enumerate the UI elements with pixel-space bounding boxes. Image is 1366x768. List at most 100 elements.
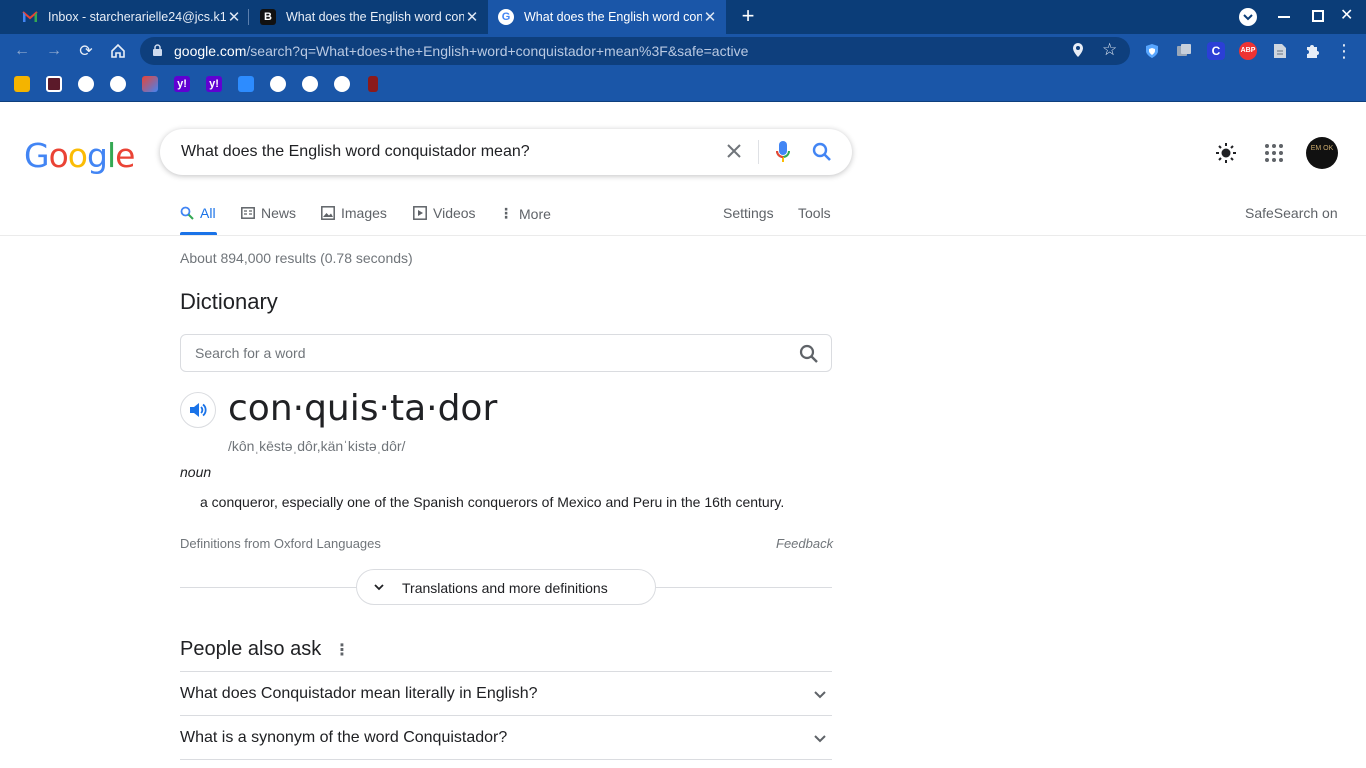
tab-more[interactable]: ⋮ More — [499, 205, 551, 222]
tools-link[interactable]: Tools — [798, 205, 831, 221]
video-icon — [413, 206, 427, 220]
people-also-ask-question[interactable]: What does Conquistador mean literally in… — [180, 685, 538, 703]
chevron-down-icon[interactable] — [812, 730, 828, 746]
search-icon[interactable] — [799, 344, 819, 369]
feedback-link[interactable]: Feedback — [776, 536, 833, 551]
speaker-icon — [190, 403, 207, 417]
window-close-icon[interactable]: ✕ — [1340, 5, 1353, 25]
microphone-icon[interactable] — [775, 140, 791, 169]
location-pin-icon[interactable] — [1072, 42, 1084, 61]
q-bookmark-icon[interactable] — [46, 76, 62, 92]
tab-label: All — [200, 205, 216, 221]
divider — [180, 759, 832, 760]
tools-label: Tools — [798, 205, 831, 221]
classroom-bookmark-icon[interactable] — [14, 76, 30, 92]
search-icon[interactable] — [812, 142, 832, 167]
divider — [180, 715, 832, 716]
new-tab-icon[interactable]: + — [738, 5, 758, 27]
avatar-text: EM OK — [1310, 145, 1334, 152]
minimize-icon[interactable] — [1278, 16, 1290, 18]
google-icon: G — [498, 9, 514, 25]
search-divider — [758, 140, 759, 164]
globe-bookmark-icon[interactable] — [110, 76, 126, 92]
tab-title: What does the English word con — [286, 10, 464, 24]
search-input[interactable]: What does the English word conquistador … — [181, 143, 530, 161]
dictionary-source[interactable]: Definitions from Oxford Languages — [180, 536, 381, 551]
tab-b-result[interactable]: B What does the English word con ✕ — [250, 0, 486, 34]
tab-search-icon[interactable] — [1239, 8, 1257, 26]
more-options-icon[interactable]: ⋮ — [334, 640, 350, 660]
globe-bookmark-icon[interactable] — [270, 76, 286, 92]
tab-strip: Inbox - starcherarielle24@jcs.k12 ✕ B Wh… — [0, 0, 1366, 34]
extensions-puzzle-icon[interactable] — [1302, 41, 1322, 61]
avatar[interactable]: EM OK — [1306, 137, 1338, 169]
url-text: google.com/search?q=What+does+the+Englis… — [174, 43, 749, 59]
close-icon[interactable]: ✕ — [226, 8, 242, 26]
google-logo[interactable]: Google — [24, 136, 135, 175]
bookmark-icon[interactable] — [368, 76, 378, 92]
pronunciation-speaker-button[interactable] — [180, 392, 216, 428]
tab-title: What does the English word con — [524, 10, 702, 24]
theme-sun-icon[interactable] — [1215, 142, 1237, 169]
browser-toolbar: ← → ⟳ google.com/search?q=What+does+the+… — [0, 34, 1366, 68]
safesearch-status[interactable]: SafeSearch on — [1245, 205, 1338, 221]
phonetic-spelling: /kônˌkēstəˌdôr,känˈkistəˌdôr/ — [228, 438, 406, 454]
restore-icon[interactable] — [1312, 10, 1324, 22]
reload-icon[interactable]: ⟳ — [76, 41, 96, 61]
news-icon — [241, 207, 255, 219]
tab-all[interactable]: All — [180, 205, 216, 221]
gmail-bookmark-icon[interactable] — [142, 76, 158, 92]
globe-bookmark-icon[interactable] — [334, 76, 350, 92]
shield-extension-icon[interactable] — [1142, 41, 1162, 61]
bookmarks-bar: y! y! — [0, 68, 1366, 102]
translations-more-definitions-button[interactable]: Translations and more definitions — [356, 569, 656, 605]
adblock-extension-icon[interactable]: ABP — [1238, 41, 1258, 61]
document-extension-icon[interactable] — [1270, 41, 1290, 61]
b-icon: B — [260, 9, 276, 25]
yahoo-bookmark-icon[interactable]: y! — [206, 76, 222, 92]
tab-label: Images — [341, 205, 387, 221]
result-stats: About 894,000 results (0.78 seconds) — [180, 250, 413, 266]
tabs-extension-icon[interactable] — [1174, 41, 1194, 61]
button-label: Translations and more definitions — [402, 580, 608, 596]
dictionary-heading: Dictionary — [180, 289, 278, 314]
settings-link[interactable]: Settings — [723, 205, 774, 221]
chrome-menu-icon[interactable]: ⋮ — [1334, 41, 1354, 61]
yahoo-bookmark-icon[interactable]: y! — [174, 76, 190, 92]
clear-search-icon[interactable] — [726, 143, 742, 164]
gmail-icon — [22, 9, 38, 25]
tab-news[interactable]: News — [241, 205, 296, 221]
zoom-bookmark-icon[interactable] — [238, 76, 254, 92]
back-icon[interactable]: ← — [12, 41, 32, 61]
close-icon[interactable]: ✕ — [702, 8, 718, 26]
dictionary-search-box[interactable]: Search for a word — [180, 334, 832, 372]
forward-icon[interactable]: → — [44, 41, 64, 61]
nav-divider — [0, 235, 1366, 236]
c-extension-icon[interactable]: C — [1206, 41, 1226, 61]
tab-label: News — [261, 205, 297, 221]
tab-videos[interactable]: Videos — [413, 205, 476, 221]
home-icon[interactable] — [108, 41, 128, 61]
safesearch-label: SafeSearch on — [1245, 205, 1338, 221]
close-icon[interactable]: ✕ — [464, 8, 480, 26]
tab-gmail-inbox[interactable]: Inbox - starcherarielle24@jcs.k12 ✕ — [12, 0, 248, 34]
search-icon — [180, 206, 194, 220]
part-of-speech: noun — [180, 464, 212, 480]
bookmark-star-icon[interactable]: ☆ — [1102, 40, 1117, 60]
chevron-down-icon[interactable] — [812, 686, 828, 702]
tab-google-search[interactable]: G What does the English word con ✕ — [488, 0, 726, 34]
settings-label: Settings — [723, 205, 774, 221]
more-vert-icon: ⋮ — [499, 205, 513, 221]
dictionary-search-input[interactable]: Search for a word — [195, 345, 306, 361]
globe-bookmark-icon[interactable] — [302, 76, 318, 92]
address-bar[interactable]: google.com/search?q=What+does+the+Englis… — [140, 37, 1130, 65]
tab-images[interactable]: Images — [321, 205, 387, 221]
chevron-down-icon — [373, 580, 385, 598]
apps-grid-icon[interactable] — [1265, 144, 1283, 167]
dictionary-word: con·quis·ta·dor — [228, 388, 498, 429]
lock-icon[interactable] — [152, 44, 163, 62]
search-box[interactable]: What does the English word conquistador … — [160, 129, 852, 175]
people-also-ask-question[interactable]: What is a synonym of the word Conquistad… — [180, 729, 507, 747]
globe-bookmark-icon[interactable] — [78, 76, 94, 92]
tab-title: Inbox - starcherarielle24@jcs.k12 — [48, 10, 226, 24]
